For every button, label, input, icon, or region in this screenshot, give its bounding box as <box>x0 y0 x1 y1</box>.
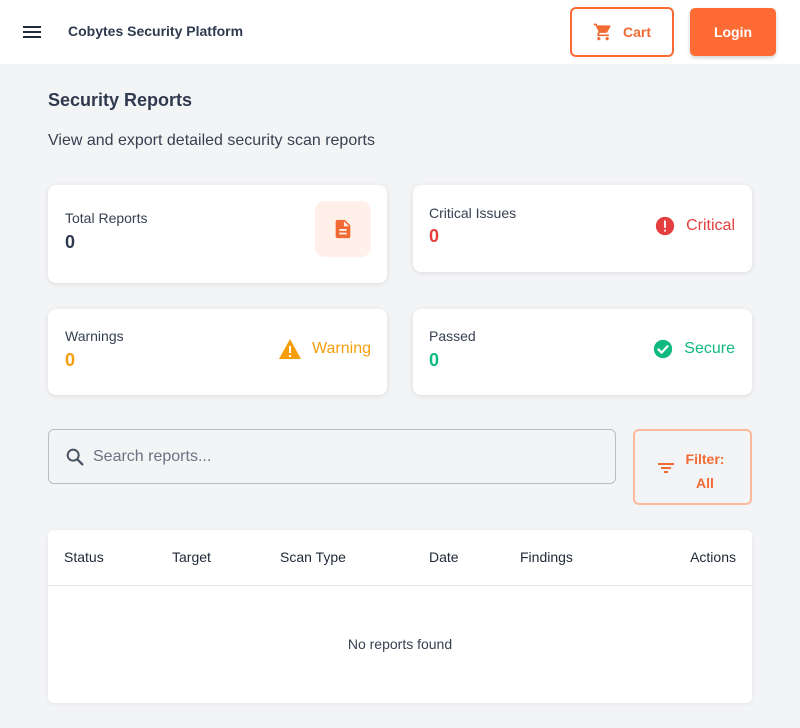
cart-label: Cart <box>622 24 651 40</box>
warning-icon <box>279 339 302 359</box>
warning-status: Warning <box>278 338 371 360</box>
filter-button[interactable]: Filter: All <box>633 429 752 505</box>
warning-status-label: Warning <box>312 340 371 357</box>
menu-button[interactable] <box>20 20 44 44</box>
column-header-scan-type[interactable]: Scan Type <box>280 549 346 565</box>
reports-table: Status Target Scan Type Date Findings Ac… <box>48 530 752 703</box>
column-header-status[interactable]: Status <box>64 549 104 565</box>
cart-icon <box>593 23 611 41</box>
page-title: Security Reports <box>48 90 193 110</box>
check-circle-icon <box>654 339 673 359</box>
warnings-label: Warnings <box>65 328 124 344</box>
total-reports-card: Total Reports 0 <box>48 185 387 283</box>
document-icon-badge <box>315 201 371 257</box>
filter-icon <box>658 463 674 473</box>
column-header-actions[interactable]: Actions <box>690 549 736 565</box>
passed-value: 0 <box>429 350 440 370</box>
search-input[interactable] <box>93 430 603 483</box>
cart-button[interactable]: Cart <box>570 7 674 57</box>
passed-status: Secure <box>652 338 735 360</box>
login-button[interactable]: Login <box>690 8 776 56</box>
column-header-findings[interactable]: Findings <box>520 549 573 565</box>
table-header: Status Target Scan Type Date Findings Ac… <box>48 530 752 586</box>
page-subtitle: View and export detailed security scan r… <box>48 132 375 149</box>
document-icon <box>335 219 351 239</box>
passed-card: Passed 0 Secure <box>413 309 752 395</box>
search-icon <box>66 448 84 466</box>
critical-issues-label: Critical Issues <box>429 205 517 221</box>
column-header-target[interactable]: Target <box>172 549 211 565</box>
warnings-value: 0 <box>65 350 76 370</box>
critical-issues-value: 0 <box>429 226 440 246</box>
passed-status-label: Secure <box>684 340 735 357</box>
total-reports-label: Total Reports <box>65 210 148 226</box>
critical-status-label: Critical <box>686 217 735 234</box>
column-header-date[interactable]: Date <box>429 549 459 565</box>
menu-icon <box>23 26 41 38</box>
alert-circle-icon <box>655 216 675 236</box>
search-box <box>48 429 616 484</box>
critical-status: Critical <box>654 215 735 237</box>
empty-state-message: No reports found <box>347 636 453 652</box>
filter-value: All <box>696 475 714 491</box>
filter-text: Filter: All <box>685 447 725 495</box>
top-app-bar: Cobytes Security Platform Cart Login <box>0 0 800 64</box>
passed-label: Passed <box>429 328 476 344</box>
critical-issues-card: Critical Issues 0 Critical <box>413 185 752 272</box>
total-reports-value: 0 <box>65 232 76 252</box>
warnings-card: Warnings 0 Warning <box>48 309 387 395</box>
app-title: Cobytes Security Platform <box>68 23 244 39</box>
filter-label: Filter: <box>685 451 725 467</box>
